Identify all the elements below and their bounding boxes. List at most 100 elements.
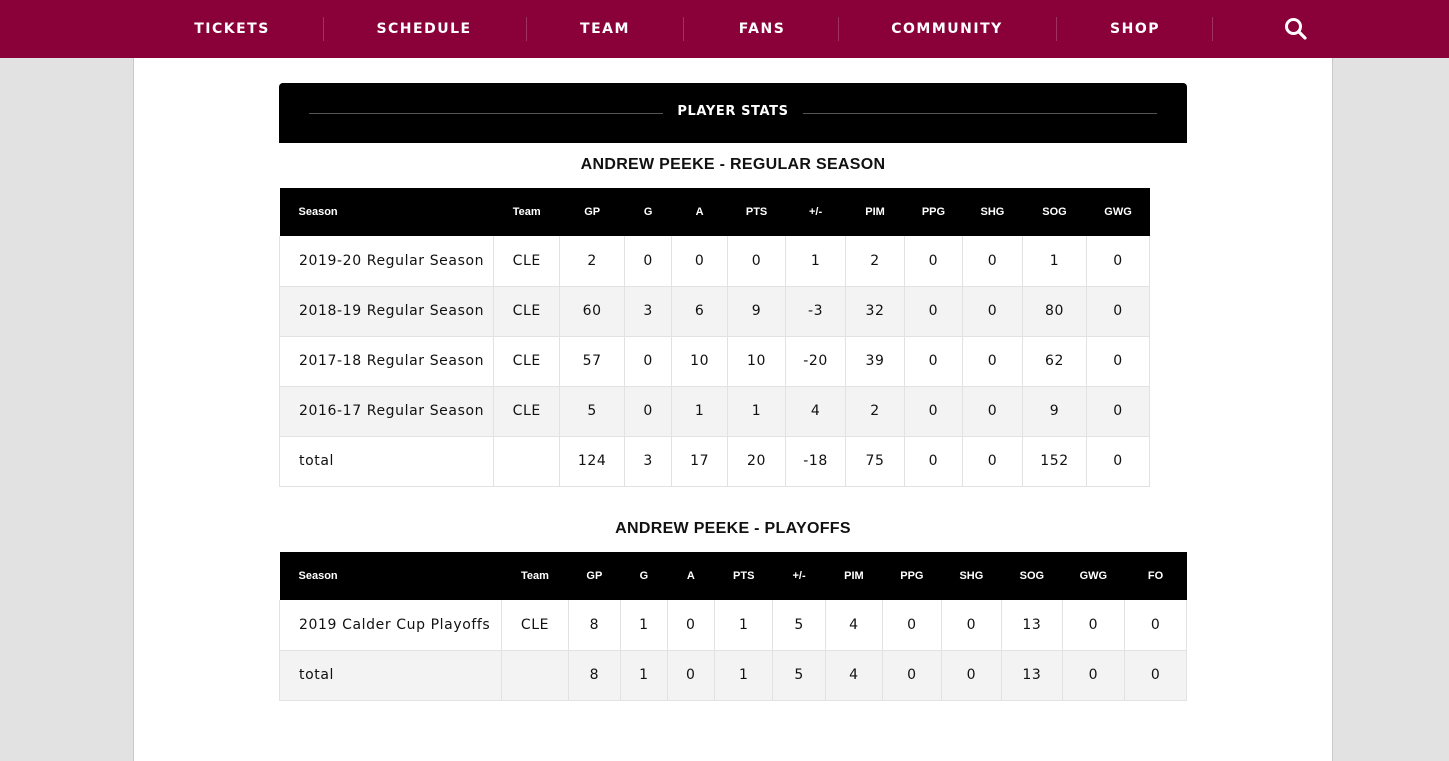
table-cell: total [279, 436, 495, 487]
table-cell: 2 [559, 236, 626, 287]
table-header-row: Season Team GP G A PTS +/- PIM PPG SHG SOG GWG [279, 188, 1187, 236]
table-cell: 75 [845, 436, 905, 487]
table-cell: 0 [1086, 386, 1151, 437]
table-cell: 0 [1124, 600, 1187, 651]
column-header: FO [1147, 570, 1164, 582]
table-cell: 2019-20 Regular Season [279, 236, 495, 287]
search-icon[interactable] [1283, 16, 1309, 42]
table-cell: 1 [620, 650, 668, 701]
table-cell: 62 [1022, 336, 1088, 387]
table-cell: 0 [1124, 650, 1187, 701]
column-header: PPG [921, 206, 946, 218]
table-cell: 39 [845, 336, 905, 387]
table-cell: 4 [825, 650, 884, 701]
table-cell: 0 [624, 236, 673, 287]
table-cell: 0 [904, 436, 963, 487]
table-row: 2016-17 Regular Season CLE 5 0 1 1 4 2 0 0 9 0 [279, 386, 1187, 437]
table-cell: 13 [1001, 600, 1063, 651]
table-cell: 0 [962, 286, 1023, 337]
column-header: GWG [1104, 206, 1132, 218]
column-header: A [686, 570, 695, 582]
column-header: SOG [1019, 570, 1045, 582]
column-header: +/- [792, 570, 806, 582]
table-cell: 4 [785, 386, 847, 437]
regular-season-table: Season Team GP G A PTS +/- PIM PPG SHG SOG GWG 2019… [279, 188, 1187, 488]
table-cell: 0 [882, 600, 942, 651]
nav-fans[interactable]: FANS [722, 0, 802, 58]
table-cell: total [279, 650, 503, 701]
nav-tickets[interactable]: TICKETS [182, 0, 282, 58]
table-cell: CLE [501, 600, 569, 651]
column-header: Season [298, 570, 338, 582]
table-cell: 0 [1086, 286, 1151, 337]
table-cell: 10 [671, 336, 729, 387]
table-row: 2018-19 Regular Season CLE 60 3 6 9 -3 32 0 0 80 0 [279, 286, 1187, 337]
table-cell: 2 [845, 386, 905, 437]
table-cell: 0 [941, 600, 1003, 651]
table-cell: 2016-17 Regular Season [279, 386, 495, 437]
table-cell: 20 [727, 436, 787, 487]
table-cell: 0 [941, 650, 1003, 701]
table-cell: 80 [1022, 286, 1088, 337]
table-cell: 0 [904, 386, 963, 437]
table-cell: 60 [559, 286, 626, 337]
column-header: PTS [745, 206, 768, 218]
table-cell: CLE [493, 286, 561, 337]
table-cell: 10 [727, 336, 787, 387]
table-cell: 0 [904, 286, 963, 337]
table-cell: -18 [785, 436, 847, 487]
column-header: PIM [865, 206, 885, 218]
table-cell: 17 [671, 436, 729, 487]
column-header: SHG [959, 570, 984, 582]
table-cell: 57 [559, 336, 626, 387]
column-header: Team [520, 570, 549, 582]
table-cell: CLE [493, 336, 561, 387]
column-header: GP [586, 570, 603, 582]
column-header: +/- [809, 206, 823, 218]
table-cell: 0 [1086, 236, 1151, 287]
nav-schedule[interactable]: SCHEDULE [364, 0, 484, 58]
table-cell: 0 [962, 336, 1023, 387]
table-cell: 0 [727, 236, 787, 287]
table-cell [493, 436, 561, 487]
table-cell: 0 [624, 336, 673, 387]
nav-shop[interactable]: SHOP [1095, 0, 1175, 58]
nav-divider [1056, 17, 1057, 41]
column-header: PTS [733, 570, 755, 582]
table-row: 2017-18 Regular Season CLE 57 0 10 10 -20 39 0 0 6… [279, 336, 1187, 387]
table-cell: 0 [1062, 650, 1126, 701]
table-cell: 0 [904, 236, 963, 287]
table-cell: 1 [1022, 236, 1088, 287]
regular-season-title: ANDREW PEEKE - REGULAR SEASON [580, 156, 886, 173]
table-cell: 9 [1022, 386, 1088, 437]
column-header: G [643, 206, 653, 218]
table-cell: 32 [845, 286, 905, 337]
column-header: SHG [980, 206, 1005, 218]
table-cell: 0 [671, 236, 729, 287]
table-cell: 0 [1086, 436, 1151, 487]
table-cell: 5 [772, 650, 826, 701]
table-cell: 2019 Calder Cup Playoffs [279, 600, 503, 651]
nav-divider [838, 17, 839, 41]
column-header: PIM [844, 570, 864, 582]
table-cell: 0 [962, 236, 1023, 287]
nav-divider [323, 17, 324, 41]
table-cell: -20 [785, 336, 847, 387]
nav-team[interactable]: TEAM [565, 0, 645, 58]
table-cell: 124 [559, 436, 626, 487]
table-cell: 0 [667, 600, 716, 651]
table-cell: 1 [620, 600, 668, 651]
column-header: Season [298, 206, 338, 218]
nav-divider [526, 17, 527, 41]
table-cell: 9 [727, 286, 787, 337]
table-row: 2019 Calder Cup Playoffs CLE 8 1 0 1 5 4 0 0 13 0 0 [279, 600, 1187, 651]
table-cell: 0 [962, 386, 1023, 437]
nav-community[interactable]: COMMUNITY [882, 0, 1012, 58]
table-cell: 13 [1001, 650, 1063, 701]
column-header: GWG [1079, 570, 1108, 582]
table-cell: 0 [882, 650, 942, 701]
table-cell: -3 [785, 286, 847, 337]
table-cell: 0 [904, 336, 963, 387]
table-cell: 2 [845, 236, 905, 287]
table-cell: 0 [1062, 600, 1126, 651]
